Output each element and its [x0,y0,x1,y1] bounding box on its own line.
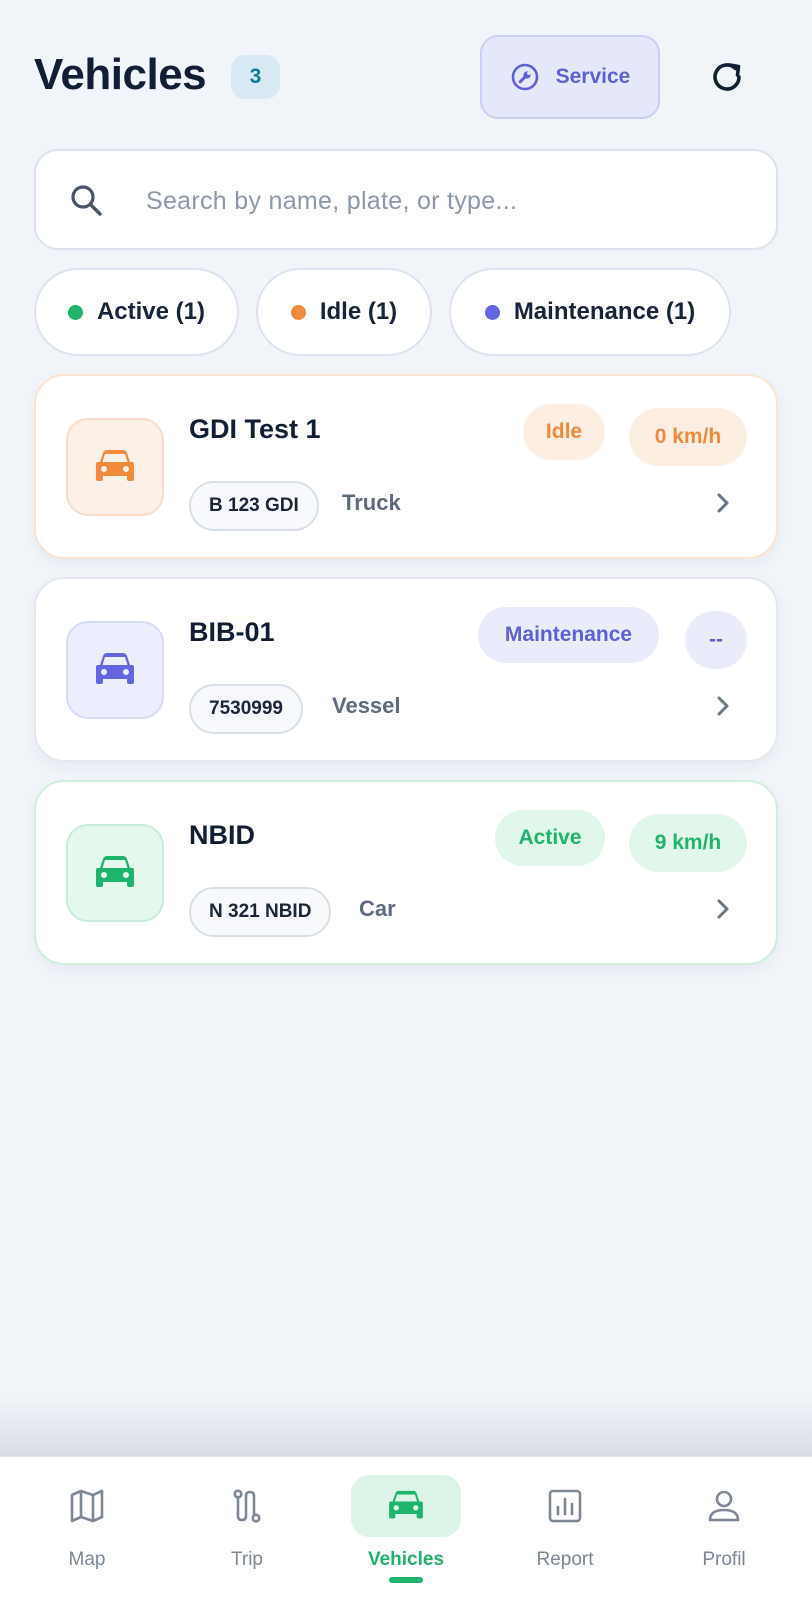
search-input[interactable] [146,171,746,231]
nav-active-indicator [389,1577,423,1583]
vehicle-name: GDI Test 1 [189,414,321,444]
vehicle-card[interactable]: NBID N 321 NBID Car Active 9 km/h [34,780,778,965]
car-icon [96,653,134,684]
chevron-right-icon [717,493,729,513]
nav-item-map[interactable]: Map [27,1475,147,1585]
vehicle-type: Truck [342,490,401,515]
chevron-right-icon [717,899,729,919]
nav-label: Profil [702,1549,746,1570]
nav-label: Trip [230,1549,264,1570]
nav-icon-wrapper [669,1475,779,1537]
refresh-button[interactable] [700,50,754,104]
search-icon [71,185,102,216]
vehicle-type: Vessel [332,693,401,718]
filter-chip-label: Active (1) [96,298,206,325]
vehicle-count-badge: 3 [231,55,280,99]
nav-label: Report [536,1549,594,1570]
nav-item-profile[interactable]: Profil [664,1475,784,1585]
filter-chip-idle[interactable]: Idle (1) [256,268,432,356]
search-bar [34,149,778,250]
page-title: Vehicles [34,50,207,99]
map-icon [70,1489,104,1523]
vehicle-name: BIB-01 [189,617,275,647]
nav-item-report[interactable]: Report [505,1475,625,1585]
bottom-navigation: Map Trip Vehicles Report Profil [0,1456,812,1600]
wrench-icon [511,63,538,91]
nav-icon-wrapper [32,1475,142,1537]
car-icon [389,1490,423,1519]
header: Vehicles 3 Service [0,0,812,140]
license-plate: B 123 GDI [189,481,319,531]
service-button-label: Service [555,65,631,88]
vehicle-name: NBID [189,820,255,850]
vehicle-avatar [66,621,164,719]
filter-chip-label: Maintenance (1) [513,298,696,325]
speed-badge: -- [685,611,747,669]
status-badge: Idle [523,404,605,460]
nav-icon-wrapper [351,1475,461,1537]
vehicle-card[interactable]: GDI Test 1 B 123 GDI Truck Idle 0 km/h [34,374,778,559]
nav-icon-wrapper [192,1475,302,1537]
user-icon [708,1490,740,1522]
report-icon [548,1489,582,1523]
filter-chip-active[interactable]: Active (1) [34,268,239,356]
nav-label: Map [68,1549,106,1570]
status-badge: Maintenance [478,607,659,663]
car-icon [96,450,134,481]
nav-item-vehicles[interactable]: Vehicles [346,1475,466,1585]
route-icon [233,1489,261,1523]
filter-chip-label: Idle (1) [319,298,398,325]
speed-badge: 0 km/h [629,408,747,466]
license-plate: 7530999 [189,684,303,734]
car-icon [96,856,134,887]
chevron-right-icon [717,696,729,716]
vehicle-avatar [66,824,164,922]
vehicle-type: Car [359,896,396,921]
status-dot-idle [290,304,306,320]
vehicle-card[interactable]: BIB-01 7530999 Vessel Maintenance -- [34,577,778,762]
nav-icon-wrapper [510,1475,620,1537]
license-plate: N 321 NBID [189,887,332,937]
nav-item-trip[interactable]: Trip [187,1475,307,1585]
filter-chip-maintenance[interactable]: Maintenance (1) [449,268,731,356]
status-dot-maintenance [484,304,500,320]
refresh-icon [713,63,741,91]
vehicle-avatar [66,418,164,516]
nav-shadow [0,1396,812,1456]
status-dot-active [67,304,83,320]
service-button[interactable]: Service [480,35,660,119]
speed-badge: 9 km/h [629,814,747,872]
nav-label: Vehicles [367,1549,445,1570]
status-badge: Active [495,810,605,866]
